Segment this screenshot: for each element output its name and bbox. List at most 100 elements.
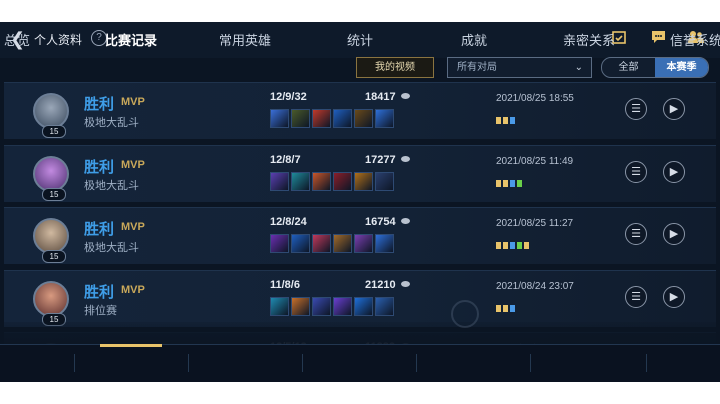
mvp-badge: MVP <box>121 221 145 233</box>
badge-icon <box>517 180 522 187</box>
item-icon <box>270 172 289 191</box>
coin-icon <box>401 93 410 99</box>
hero-level: 15 <box>42 188 66 201</box>
item-icon <box>354 172 373 191</box>
tab-reputation[interactable]: 信誉系统 <box>670 22 720 60</box>
badge-icon <box>496 242 501 249</box>
tab-achievements[interactable]: 成就 <box>454 22 494 60</box>
tab-divider <box>646 354 647 372</box>
tab-divider <box>188 354 189 372</box>
chat-icon[interactable] <box>649 30 667 46</box>
item-icon <box>270 234 289 253</box>
item-icon <box>333 172 352 191</box>
item-icon <box>333 109 352 128</box>
kda-score: 12/8/7 <box>270 154 301 166</box>
toggle-this-season[interactable]: 本赛季 <box>655 58 708 77</box>
badge-icon <box>503 305 508 312</box>
details-list-icon[interactable]: ☰ <box>625 286 647 308</box>
gold-amount: 16754 <box>365 216 396 228</box>
item-icon <box>291 297 310 316</box>
item-icon <box>312 297 331 316</box>
match-result: 胜利 <box>84 221 115 238</box>
mvp-badge: MVP <box>121 284 145 296</box>
tab-divider <box>530 354 531 372</box>
game-mode: 极地大乱斗 <box>84 180 139 192</box>
app-window: ❮ 个人资料 ? 15 胜利 MVP 极地大乱斗 12/9/32 18417 2… <box>0 22 720 382</box>
chevron-down-icon: ⌄ <box>574 62 583 73</box>
item-build <box>270 109 396 129</box>
match-row[interactable]: 15 胜利 MVP 排位赛 11/8/6 21210 2021/08/24 23… <box>4 270 716 327</box>
match-tags <box>496 299 517 312</box>
my-videos-button[interactable]: 我的视频 <box>356 57 434 78</box>
replay-play-icon[interactable]: ▶ <box>663 98 685 120</box>
badge-icon <box>517 242 522 249</box>
item-icon <box>291 172 310 191</box>
kda-score: 12/8/24 <box>270 216 307 228</box>
tab-overview[interactable]: 总览 <box>0 22 34 60</box>
tab-divider <box>302 354 303 372</box>
match-date: 2021/08/25 11:49 <box>496 156 574 167</box>
details-list-icon[interactable]: ☰ <box>625 223 647 245</box>
toggle-all[interactable]: 全部 <box>602 58 655 77</box>
tab-divider <box>74 354 75 372</box>
replay-play-icon[interactable]: ▶ <box>663 161 685 183</box>
item-icon <box>354 234 373 253</box>
badge-icon <box>510 180 515 187</box>
coin-icon <box>401 218 410 224</box>
list-fade <box>0 322 720 344</box>
badge-icon <box>503 117 508 124</box>
badge-icon <box>503 242 508 249</box>
item-build <box>270 172 396 192</box>
match-tags <box>496 174 524 187</box>
tab-divider <box>416 354 417 372</box>
badge-icon <box>503 180 508 187</box>
match-row[interactable]: 15 胜利 MVP 极地大乱斗 12/9/32 18417 2021/08/25… <box>4 82 716 139</box>
badge-icon <box>524 242 529 249</box>
mvp-badge: MVP <box>121 159 145 171</box>
badge-icon <box>496 305 501 312</box>
item-icon <box>312 234 331 253</box>
match-result: 胜利 <box>84 96 115 113</box>
match-filter-dropdown[interactable]: 所有对局 ⌄ <box>447 57 592 78</box>
details-list-icon[interactable]: ☰ <box>625 161 647 183</box>
game-mode: 极地大乱斗 <box>84 242 139 254</box>
gold-amount: 21210 <box>365 279 396 291</box>
page-title: 个人资料 <box>34 33 83 47</box>
match-result: 胜利 <box>84 159 115 176</box>
hero-level: 15 <box>42 125 66 138</box>
item-icon <box>270 297 289 316</box>
hero-avatar[interactable] <box>33 218 69 254</box>
match-row[interactable]: 15 胜利 MVP 极地大乱斗 12/8/24 16754 2021/08/25… <box>4 207 716 264</box>
item-icon <box>375 109 394 128</box>
item-build <box>270 234 396 254</box>
hero-avatar[interactable] <box>33 93 69 129</box>
badge-icon <box>496 117 501 124</box>
kda-score: 11/8/6 <box>270 279 300 291</box>
item-icon <box>375 172 394 191</box>
item-build <box>270 297 396 317</box>
match-tags <box>496 236 531 249</box>
hero-avatar[interactable] <box>33 156 69 192</box>
item-icon <box>375 234 394 253</box>
tab-common-heroes[interactable]: 常用英雄 <box>214 22 276 60</box>
item-icon <box>333 234 352 253</box>
match-date: 2021/08/25 18:55 <box>496 93 574 104</box>
hero-avatar[interactable] <box>33 281 69 317</box>
kda-score: 12/9/32 <box>270 91 307 103</box>
tab-match-history[interactable]: 比赛记录 <box>100 22 162 60</box>
tab-statistics[interactable]: 统计 <box>340 22 380 60</box>
match-result: 胜利 <box>84 284 115 301</box>
bottom-tab-bar <box>0 344 720 382</box>
details-list-icon[interactable]: ☰ <box>625 98 647 120</box>
mvp-badge: MVP <box>121 96 145 108</box>
match-row[interactable]: 15 胜利 MVP 极地大乱斗 12/8/7 17277 2021/08/25 … <box>4 145 716 202</box>
badge-icon <box>510 117 515 124</box>
match-tags <box>496 111 517 124</box>
hero-level: 15 <box>42 250 66 263</box>
item-icon <box>375 297 394 316</box>
replay-play-icon[interactable]: ▶ <box>663 286 685 308</box>
badge-icon <box>510 305 515 312</box>
replay-play-icon[interactable]: ▶ <box>663 223 685 245</box>
season-toggle[interactable]: 全部 本赛季 <box>601 57 709 78</box>
tab-relationships[interactable]: 亲密关系 <box>556 22 622 60</box>
